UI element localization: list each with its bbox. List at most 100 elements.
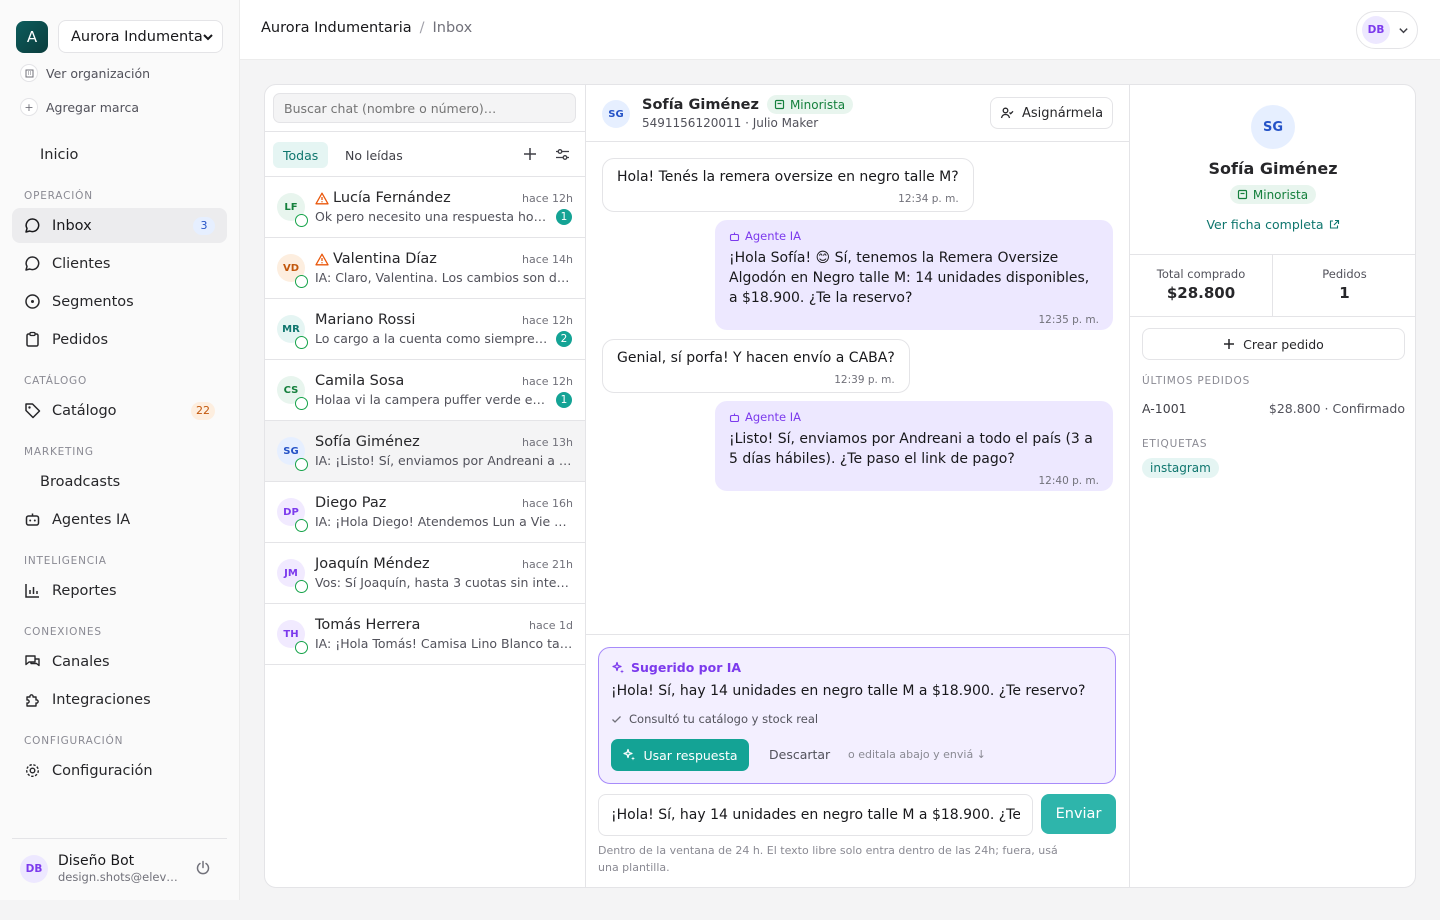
send-button[interactable]: Enviar	[1041, 794, 1116, 834]
filter-sliders-icon[interactable]	[555, 147, 570, 162]
view-full-profile-link[interactable]: Ver ficha completa	[1130, 217, 1415, 232]
discard-suggestion-button[interactable]: Descartar	[769, 747, 830, 762]
stat-label: Total comprado	[1156, 267, 1246, 281]
message-outgoing: Agente IA ¡Listo! Sí, enviamos por Andre…	[715, 401, 1113, 491]
conversation-name: Mariano Rossi	[315, 312, 416, 328]
sidebar-item-agentes-ia[interactable]: Agentes IA	[12, 502, 227, 537]
sidebar-item-label: Reportes	[52, 582, 117, 599]
filter-bar: Todas No leídas	[265, 131, 585, 177]
sidebar-item-integraciones[interactable]: Integraciones	[12, 682, 227, 717]
sidebar-item-label: Clientes	[52, 255, 111, 272]
brand-selector[interactable]: Aurora Indumentaria	[58, 20, 223, 53]
sidebar-item-reportes[interactable]: Reportes	[12, 573, 227, 608]
conversation-name-row: Lucía Fernández	[315, 190, 451, 206]
inbox-count-badge: 3	[193, 216, 215, 235]
assign-to-me-button[interactable]: Asignármela	[990, 97, 1113, 129]
conversation-item[interactable]: DP Diego Paz hace 16h IA: ¡Hola Diego! Aten…	[265, 482, 585, 543]
window-footnote: Dentro de la ventana de 24 h. El texto l…	[598, 844, 1058, 874]
plus-icon	[1223, 338, 1235, 350]
sidebar-item-pedidos[interactable]: Pedidos	[12, 322, 227, 357]
sparkles-icon	[611, 661, 625, 675]
chat-header: SG Sofía Giménez Minorista 5491156120011…	[586, 85, 1129, 142]
conversation-item[interactable]: VD Valentina Díaz hace 14h IA: Claro, Valen…	[265, 238, 585, 299]
sidebar-item-label: Pedidos	[52, 331, 109, 348]
suggestion-note: Consultó tu catálogo y stock real	[611, 712, 818, 726]
sidebar-item-broadcasts[interactable]: Broadcasts	[12, 464, 227, 499]
ai-suggestion-card: Sugerido por IA ¡Hola! Sí, hay 14 unidad…	[598, 647, 1116, 784]
add-brand-link[interactable]: + Agregar marca	[20, 98, 139, 116]
user-name: Diseño Bot	[58, 853, 135, 869]
tags-label: ETIQUETAS	[1142, 438, 1208, 450]
tag-chip[interactable]: instagram	[1142, 458, 1219, 478]
conversation-item[interactable]: CS Camila Sosa hace 12h Holaa vi la campera…	[265, 360, 585, 421]
message-text: ¡Hola Sofía! 😊 Sí, tenemos la Remera Ove…	[729, 250, 1090, 306]
plus-icon[interactable]	[523, 147, 537, 161]
sidebar-item-label: Configuración	[52, 762, 153, 779]
inbox-panel: Todas No leídas LFLucía Fernándezhace 12…	[264, 84, 1416, 888]
profile-name: Sofía Giménez	[1208, 159, 1338, 178]
sidebar-item-label: Agentes IA	[52, 511, 131, 528]
sidebar-item-catalogo[interactable]: Catálogo 22	[12, 393, 227, 428]
filter-unread[interactable]: No leídas	[335, 142, 413, 168]
view-organization-link[interactable]: Ver organización	[20, 64, 150, 82]
search-input[interactable]	[273, 93, 576, 123]
conversation-item[interactable]: TH Tomás Herrera hace 1d IA: ¡Hola Tomás! C…	[265, 604, 585, 665]
order-info: $28.800 · Confirmado	[1268, 401, 1405, 416]
add-brand-label: Agregar marca	[46, 99, 139, 115]
sidebar: A Aurora Indumentaria Ver organización +…	[0, 0, 240, 900]
use-suggestion-button[interactable]: Usar respuesta	[611, 739, 749, 771]
sidebar-item-label: Broadcasts	[40, 473, 121, 490]
conversation-item[interactable]: SG Sofía Giménez hace 13h IA: ¡Listo! Sí, e…	[265, 421, 585, 482]
sidebar-item-configuracion[interactable]: Configuración	[12, 753, 227, 788]
sidebar-item-label: Inbox	[52, 217, 92, 234]
message-incoming: Hola! Tenés la remera oversize en negro …	[602, 158, 974, 212]
conversation-name-row: Tomás Herrera	[315, 617, 420, 633]
sidebar-item-label: Inicio	[40, 146, 79, 163]
gear-icon	[24, 762, 41, 779]
message-time: 12:35 p. m.	[1038, 314, 1099, 326]
sidebar-item-inbox[interactable]: Inbox 3	[12, 208, 227, 243]
agent-label-text: Agente IA	[745, 410, 802, 424]
conversation-name-row: Joaquín Méndez	[315, 556, 430, 572]
conversation-item[interactable]: JM Joaquín Méndez hace 21h Vos: Sí Joaquín,…	[265, 543, 585, 604]
create-order-label: Crear pedido	[1243, 336, 1324, 352]
breadcrumb-current: Inbox	[432, 20, 473, 36]
message-time: 12:39 p. m.	[834, 374, 895, 386]
conversation-item[interactable]: LF Lucía Fernández hace 12h Ok pero necesit…	[265, 177, 585, 238]
whatsapp-channel-icon	[295, 336, 308, 349]
stat-orders: Pedidos 1	[1273, 255, 1415, 317]
user-menu-button[interactable]: DB	[1356, 11, 1418, 49]
brand-logo: A	[16, 21, 48, 53]
whatsapp-channel-icon	[295, 580, 308, 593]
agent-label: Agente IA	[729, 226, 1099, 246]
power-icon[interactable]	[195, 860, 211, 876]
sidebar-item-segmentos[interactable]: Segmentos	[12, 284, 227, 319]
filter-all[interactable]: Todas	[273, 142, 329, 168]
top-bar: Aurora Indumentaria / Inbox DB	[240, 0, 1440, 60]
suggestion-text: ¡Hola! Sí, hay 14 unidades en negro tall…	[611, 683, 1086, 699]
composer: Sugerido por IA ¡Hola! Sí, hay 14 unidad…	[586, 634, 1129, 887]
order-row[interactable]: A-1001 $28.800 · Confirmado	[1142, 401, 1405, 416]
breadcrumb: Aurora Indumentaria / Inbox	[261, 20, 472, 36]
store-icon	[1237, 189, 1248, 200]
conversation-name: Tomás Herrera	[315, 617, 421, 633]
contact-profile-panel: SG Sofía Giménez Minorista Ver ficha com…	[1129, 85, 1415, 887]
plus-icon: +	[20, 98, 38, 116]
agent-label-text: Agente IA	[745, 229, 802, 243]
message-outgoing: Agente IA ¡Hola Sofía! 😊 Sí, tenemos la …	[715, 220, 1113, 330]
sidebar-item-clientes[interactable]: Clientes	[12, 246, 227, 281]
message-time: 12:40 p. m.	[1038, 475, 1099, 487]
create-order-button[interactable]: Crear pedido	[1142, 328, 1405, 360]
avatar: DB	[1362, 16, 1390, 44]
conversation-item[interactable]: MR Mariano Rossi hace 12h Lo cargo a la cue…	[265, 299, 585, 360]
message-input[interactable]	[598, 794, 1033, 836]
conversation-name-row: Valentina Díaz	[315, 251, 437, 267]
sidebar-item-canales[interactable]: Canales	[12, 644, 227, 679]
chat-panel: SG Sofía Giménez Minorista 5491156120011…	[586, 85, 1129, 887]
messages-icon	[24, 653, 41, 670]
clipboard-icon	[24, 331, 41, 348]
section-label-catalogo: CATÁLOGO	[24, 375, 88, 387]
breadcrumb-brand[interactable]: Aurora Indumentaria	[261, 20, 412, 36]
alert-triangle-icon	[315, 192, 329, 205]
sidebar-item-inicio[interactable]: Inicio	[12, 137, 227, 172]
